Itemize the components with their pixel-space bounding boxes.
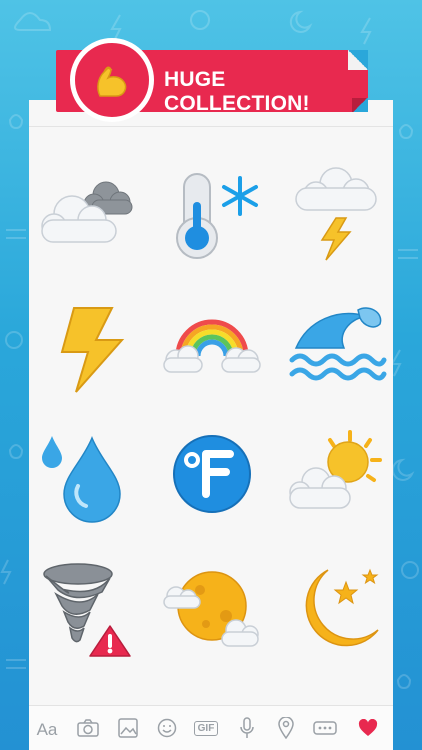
banner-fold-corner <box>348 50 368 70</box>
rainbow-clouds-icon[interactable] <box>162 300 262 400</box>
panel-divider <box>29 126 393 127</box>
lightning-bolt-icon[interactable] <box>40 296 140 396</box>
fahrenheit-icon[interactable] <box>162 424 262 524</box>
more-icon[interactable] <box>312 716 338 740</box>
tornado-warning-icon[interactable] <box>36 560 136 660</box>
gallery-icon[interactable] <box>116 716 140 740</box>
bottom-toolbar: Aa GIF <box>29 705 393 750</box>
moon-behind-clouds-icon[interactable] <box>160 560 260 660</box>
water-drops-icon[interactable] <box>40 428 140 528</box>
banner-badge <box>70 38 154 122</box>
emoji-icon[interactable] <box>155 716 179 740</box>
sun-behind-cloud-icon[interactable] <box>286 428 386 528</box>
thermometer-snowflake-icon[interactable] <box>162 168 262 268</box>
text-format-icon[interactable]: Aa <box>35 718 59 742</box>
cloud-lightning-icon[interactable] <box>292 164 392 264</box>
heart-icon[interactable] <box>356 716 380 740</box>
location-pin-icon[interactable] <box>274 716 298 740</box>
banner-title: HUGE COLLECTION! <box>164 68 310 115</box>
ocean-waves-icon[interactable] <box>288 300 388 400</box>
microphone-icon[interactable] <box>235 716 259 740</box>
camera-icon[interactable] <box>76 716 100 740</box>
flexed-biceps-icon <box>97 66 127 97</box>
gif-icon[interactable]: GIF <box>192 716 220 740</box>
cloud-with-dark-cloud-icon[interactable] <box>36 170 136 270</box>
crescent-moon-stars-icon[interactable] <box>288 560 388 660</box>
gif-label: GIF <box>193 720 219 736</box>
